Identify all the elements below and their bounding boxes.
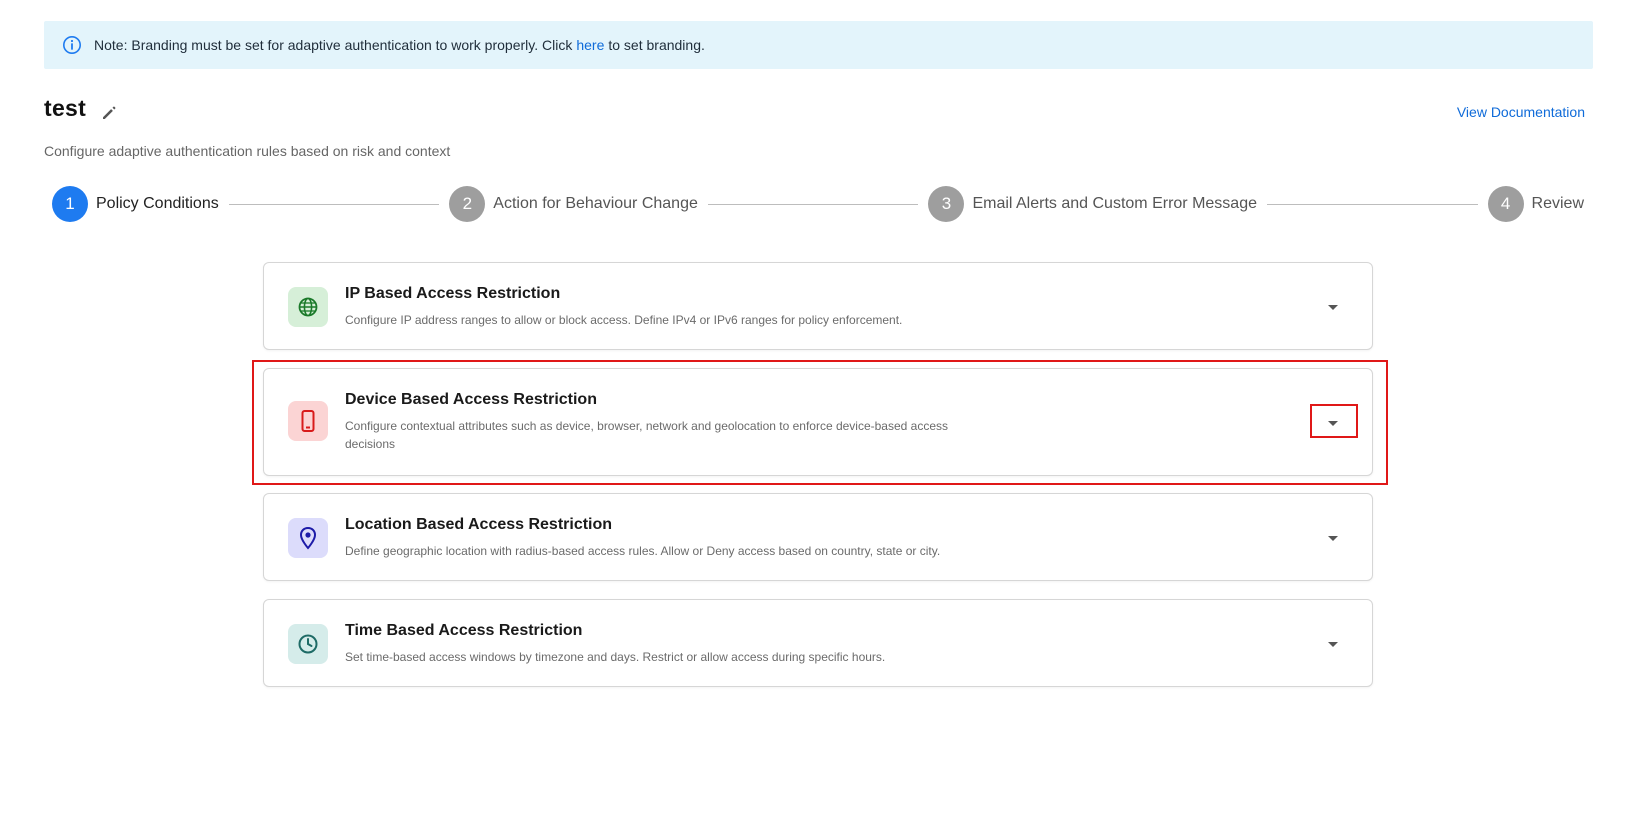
title-row: test xyxy=(44,94,118,122)
step-label: Action for Behaviour Change xyxy=(493,195,698,212)
location-icon-badge xyxy=(288,518,328,558)
card-description: Set time-based access windows by timezon… xyxy=(345,650,886,664)
step-policy-conditions[interactable]: 1 Policy Conditions xyxy=(52,186,219,222)
card-title: IP Based Access Restriction xyxy=(345,285,561,302)
time-restriction-card[interactable]: Time Based Access Restriction Set time-b… xyxy=(263,599,1373,687)
card-title: Time Based Access Restriction xyxy=(345,622,583,639)
ip-icon-badge xyxy=(288,287,328,327)
edit-pencil-icon[interactable] xyxy=(100,104,118,122)
location-pin-icon xyxy=(299,526,317,550)
location-restriction-card[interactable]: Location Based Access Restriction Define… xyxy=(263,493,1373,581)
view-documentation-link[interactable]: View Documentation xyxy=(1457,104,1585,120)
banner-text-suffix: to set branding. xyxy=(608,37,705,53)
step-connector xyxy=(1266,203,1478,205)
chevron-down-icon xyxy=(1328,535,1338,541)
ip-restriction-card[interactable]: IP Based Access Restriction Configure IP… xyxy=(263,262,1373,350)
card-title: Device Based Access Restriction xyxy=(345,391,597,408)
step-connector xyxy=(707,203,919,205)
expand-location-card-button[interactable] xyxy=(1321,526,1345,550)
expand-ip-card-button[interactable] xyxy=(1321,295,1345,319)
page-title: test xyxy=(44,94,87,121)
page-subtitle: Configure adaptive authentication rules … xyxy=(44,143,451,159)
step-action-for-behaviour-change[interactable]: 2 Action for Behaviour Change xyxy=(449,186,698,222)
banner-text-prefix: Note: Branding must be set for adaptive … xyxy=(94,37,573,53)
globe-icon xyxy=(298,297,318,317)
step-email-alerts[interactable]: 3 Email Alerts and Custom Error Message xyxy=(928,186,1257,222)
step-label: Email Alerts and Custom Error Message xyxy=(972,195,1257,212)
expand-time-card-button[interactable] xyxy=(1321,632,1345,656)
step-number: 3 xyxy=(928,186,965,222)
device-icon-badge xyxy=(288,401,328,441)
card-description: Configure IP address ranges to allow or … xyxy=(345,313,903,327)
set-branding-link[interactable]: here xyxy=(576,37,604,53)
device-restriction-card[interactable]: Device Based Access Restriction Configur… xyxy=(263,368,1373,476)
step-number: 4 xyxy=(1487,186,1524,222)
chevron-down-icon xyxy=(1328,641,1338,647)
chevron-down-icon xyxy=(1328,420,1338,426)
step-connector xyxy=(228,203,440,205)
step-review[interactable]: 4 Review xyxy=(1487,186,1585,222)
clock-icon xyxy=(298,634,318,654)
step-label: Review xyxy=(1531,195,1585,212)
mobile-phone-icon xyxy=(301,410,315,432)
expand-device-card-button[interactable] xyxy=(1321,411,1345,435)
card-description: Configure contextual attributes such as … xyxy=(345,419,949,451)
info-icon xyxy=(63,36,81,54)
step-number: 1 xyxy=(52,186,88,222)
step-label: Policy Conditions xyxy=(96,195,219,212)
step-number: 2 xyxy=(449,186,486,222)
branding-note-banner: Note: Branding must be set for adaptive … xyxy=(44,21,1593,69)
time-icon-badge xyxy=(288,624,328,664)
card-description: Define geographic location with radius-b… xyxy=(345,544,941,558)
progress-stepper: 1 Policy Conditions 2 Action for Behavio… xyxy=(52,186,1584,222)
chevron-down-icon xyxy=(1328,304,1338,310)
card-title: Location Based Access Restriction xyxy=(345,516,613,533)
